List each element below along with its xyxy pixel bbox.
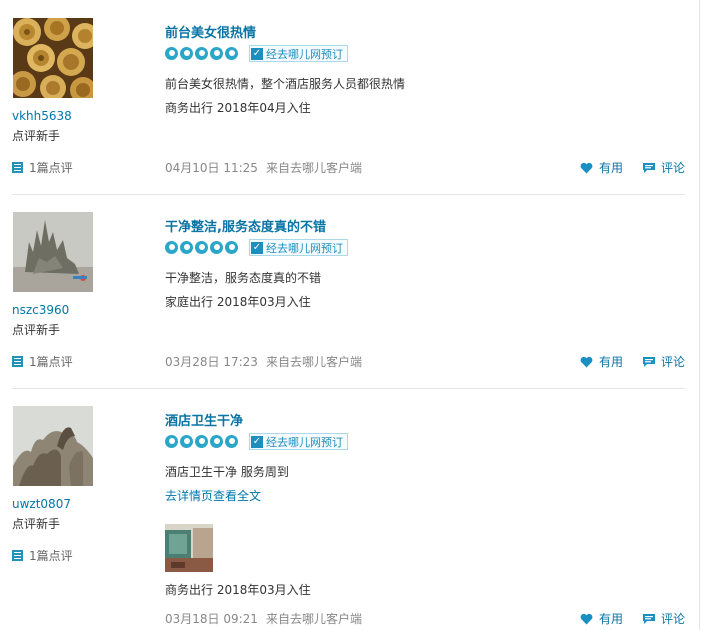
review-item: nszc3960 点评新手 干净整洁,服务态度真的不错 ✓ 经去哪儿网预订 干净…	[0, 194, 686, 388]
review-count-label: 1篇点评	[29, 355, 73, 369]
comment-label: 评论	[661, 612, 686, 626]
useful-button[interactable]: 有用	[580, 353, 623, 370]
star-icon	[180, 434, 193, 448]
page-right-border	[699, 0, 700, 630]
badge-label: 经去哪儿网预订	[266, 435, 343, 449]
review-date: 03月18日 09:21	[165, 612, 258, 626]
useful-button[interactable]: 有用	[580, 610, 623, 627]
star-icon	[225, 434, 238, 448]
star-icon	[195, 240, 208, 254]
review-title[interactable]: 酒店卫生干净	[165, 410, 243, 429]
review-title[interactable]: 前台美女很热情	[165, 22, 256, 41]
useful-label: 有用	[599, 161, 624, 175]
star-icon	[225, 240, 238, 254]
rating-stars	[165, 45, 240, 61]
check-icon: ✓	[251, 47, 263, 60]
username-link[interactable]: vkhh5638	[12, 109, 72, 123]
comment-button[interactable]: 评论	[642, 610, 685, 627]
comment-label: 评论	[661, 161, 686, 175]
heart-icon	[580, 613, 593, 624]
review-count[interactable]: 1篇点评	[12, 159, 73, 176]
badge-label: 经去哪儿网预订	[266, 47, 343, 61]
user-avatar[interactable]	[13, 18, 93, 98]
star-icon	[180, 46, 193, 60]
review-source: 来自去哪儿客户端	[265, 612, 362, 626]
star-icon	[165, 240, 178, 254]
trip-info: 商务出行 2018年04月入住	[165, 101, 311, 115]
booking-badge: ✓ 经去哪儿网预订	[249, 239, 348, 256]
user-avatar[interactable]	[13, 212, 93, 292]
review-meta: 03月18日 09:21 来自去哪儿客户端	[165, 610, 362, 627]
user-level: 点评新手	[12, 517, 61, 531]
view-full-text-link[interactable]: 去详情页查看全文	[165, 487, 261, 504]
review-source: 来自去哪儿客户端	[265, 161, 362, 175]
star-icon	[225, 46, 238, 60]
review-source: 来自去哪儿客户端	[265, 355, 362, 369]
useful-label: 有用	[599, 355, 624, 369]
rating-stars	[165, 239, 240, 255]
review-meta: 03月28日 17:23 来自去哪儿客户端	[165, 353, 362, 370]
review-count-label: 1篇点评	[29, 161, 73, 175]
check-icon: ✓	[251, 241, 263, 254]
review-item: uwzt0807 点评新手 酒店卫生干净 ✓ 经去哪儿网预订 酒店卫生干净 服务…	[0, 388, 686, 630]
booking-badge: ✓ 经去哪儿网预订	[249, 433, 348, 450]
comment-button[interactable]: 评论	[642, 353, 685, 370]
comment-button[interactable]: 评论	[642, 159, 685, 176]
trip-info: 家庭出行 2018年03月入住	[165, 295, 311, 309]
star-icon	[165, 46, 178, 60]
star-icon	[195, 434, 208, 448]
review-count[interactable]: 1篇点评	[12, 547, 73, 564]
review-count[interactable]: 1篇点评	[12, 353, 73, 370]
comment-label: 评论	[661, 355, 686, 369]
user-level: 点评新手	[12, 323, 61, 337]
check-icon: ✓	[251, 435, 263, 448]
trip-info: 商务出行 2018年03月入住	[165, 583, 311, 597]
comment-icon	[643, 613, 655, 624]
review-date: 03月28日 17:23	[165, 355, 258, 369]
useful-label: 有用	[599, 612, 624, 626]
username-link[interactable]: uwzt0807	[12, 497, 71, 511]
star-icon	[195, 46, 208, 60]
booking-badge: ✓ 经去哪儿网预订	[249, 45, 348, 62]
username-link[interactable]: nszc3960	[12, 303, 69, 317]
heart-icon	[580, 162, 593, 173]
useful-button[interactable]: 有用	[580, 159, 623, 176]
review-title[interactable]: 干净整洁,服务态度真的不错	[165, 216, 326, 235]
review-photo[interactable]	[165, 524, 213, 572]
review-content: 干净整洁，服务态度真的不错	[165, 271, 322, 285]
star-icon	[210, 434, 223, 448]
user-level: 点评新手	[12, 129, 61, 143]
review-meta: 04月10日 11:25 来自去哪儿客户端	[165, 159, 362, 176]
review-date: 04月10日 11:25	[165, 161, 258, 175]
comment-icon	[643, 356, 655, 367]
list-icon	[12, 356, 23, 367]
star-icon	[210, 240, 223, 254]
review-count-label: 1篇点评	[29, 549, 73, 563]
rating-stars	[165, 433, 240, 449]
badge-label: 经去哪儿网预订	[266, 241, 343, 255]
review-content: 前台美女很热情，整个酒店服务人员都很热情	[165, 77, 406, 91]
review-content: 酒店卫生干净 服务周到	[165, 465, 289, 479]
list-icon	[12, 550, 23, 561]
user-avatar[interactable]	[13, 406, 93, 486]
star-icon	[210, 46, 223, 60]
list-icon	[12, 162, 23, 173]
star-icon	[165, 434, 178, 448]
comment-icon	[643, 162, 655, 173]
star-icon	[180, 240, 193, 254]
heart-icon	[580, 356, 593, 367]
review-item: vkhh5638 点评新手 前台美女很热情 ✓ 经去哪儿网预订 前台美女很热情，…	[0, 0, 686, 194]
